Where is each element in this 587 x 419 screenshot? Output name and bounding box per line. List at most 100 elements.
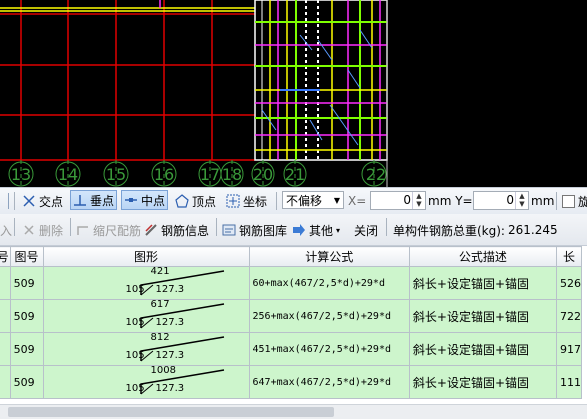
scale-rebar-button[interactable]: 缩尺配筋	[76, 220, 141, 240]
rotate-checkbox[interactable]: 旋	[562, 191, 587, 211]
snap-vertex-label: 顶点	[192, 194, 217, 209]
rebar-shape-diagram: 617 105 127.3	[44, 299, 248, 332]
cell-figure-no[interactable]: 509	[9, 365, 44, 399]
cell-length[interactable]: 722	[555, 299, 583, 333]
cell-formula[interactable]: 451+max(467/2,5*d)+29*d	[248, 332, 410, 366]
close-label: 关闭	[354, 223, 379, 238]
offset-mode-select[interactable]: 不偏移 ▼	[282, 191, 344, 209]
delete-button[interactable]: 删除	[22, 220, 63, 240]
rebar-info-icon	[145, 224, 157, 236]
table-header: 号 图号 图形 计算公式 公式描述 长	[0, 246, 583, 267]
table-row[interactable]: 509 1008 105 127.3 647+max(467/2,5*d)+29*d 斜长…	[0, 365, 583, 399]
rebar-shape-diagram: 812 105 127.3	[44, 332, 248, 365]
cell-shape[interactable]: 812 105 127.3	[42, 332, 250, 366]
snap-midpoint-button[interactable]: 中点	[121, 190, 169, 210]
cell-figure-no[interactable]: 509	[9, 332, 44, 366]
midpoint-icon	[125, 198, 137, 202]
shape-left-dim: 105	[125, 317, 145, 328]
cell-formula[interactable]: 60+max(467/2,5*d)+29*d	[248, 266, 410, 300]
shape-bottom-dim: 127.3	[155, 383, 185, 394]
table-row[interactable]: 509 812 105 127.3 451+max(467/2,5*d)+29*d 斜长+…	[0, 332, 583, 366]
rebar-library-icon	[222, 224, 236, 236]
snap-intersection-button[interactable]: 交点	[22, 191, 63, 211]
cell-shape[interactable]: 1008 105 127.3	[42, 365, 250, 399]
snap-vertex-button[interactable]: 顶点	[175, 191, 216, 211]
col-header-figure-no[interactable]: 图号	[9, 246, 44, 267]
rebar-shape-lines	[139, 336, 224, 362]
toolbar-left-edge	[0, 191, 9, 211]
cell-no[interactable]	[0, 266, 11, 300]
x-coordinate-input[interactable]: 0 ▲ ▼	[370, 191, 426, 210]
cell-shape[interactable]: 617 105 127.3	[42, 299, 250, 333]
cell-description[interactable]: 斜长+设定锚固+锚固	[408, 365, 557, 399]
shape-bottom-dim: 127.3	[155, 317, 185, 328]
horizontal-scrollbar[interactable]	[0, 404, 587, 419]
cell-description[interactable]: 斜长+设定锚固+锚固	[408, 266, 557, 300]
axis-label-13: 13	[11, 165, 31, 184]
insert-button[interactable]: 入	[0, 220, 12, 240]
toolbar-separator	[556, 192, 557, 210]
rebar-info-button[interactable]: 钢筋信息	[144, 220, 209, 240]
cell-no[interactable]	[0, 299, 11, 333]
close-button[interactable]: 关闭	[354, 220, 378, 240]
snap-perpendicular-button[interactable]: 垂点	[70, 190, 118, 210]
intersection-icon	[23, 195, 35, 207]
cell-no[interactable]	[0, 332, 11, 366]
shape-left-dim: 105	[125, 350, 145, 361]
shape-top-dim: 812	[150, 332, 170, 344]
other-menu-button[interactable]: 其他 ▾	[292, 220, 340, 240]
coordinate-icon	[226, 194, 240, 208]
spinner-arrows-icon[interactable]: ▲ ▼	[515, 192, 528, 209]
total-weight-label: 单构件钢筋总重(kg):	[393, 223, 505, 238]
rebar-info-label: 钢筋信息	[161, 223, 210, 238]
table-row[interactable]: 509 617 105 127.3 256+max(467/2,5*d)+29*d 斜长+…	[0, 299, 583, 333]
axis-label-21: 21	[285, 165, 305, 184]
snap-toolbar: 交点 垂点 中点 顶点 坐标 不偏移 ▼ X= 0 ▲ ▼ mm Y= 0 ▲ ▼ …	[0, 187, 587, 215]
toolbar-separator	[70, 218, 71, 236]
axis-label-16: 16	[154, 165, 174, 184]
col-header-length[interactable]: 长	[555, 246, 583, 267]
cad-canvas[interactable]: 13 14 15 16 17 18 20 21 22	[0, 0, 587, 187]
col-header-formula[interactable]: 计算公式	[248, 246, 410, 267]
checkbox-box[interactable]	[562, 194, 575, 208]
cell-length[interactable]: 526	[555, 266, 583, 300]
x-unit-y-label: mm Y=	[428, 194, 473, 208]
delete-label: 删除	[39, 223, 64, 238]
toolbar-separator	[276, 192, 277, 210]
other-label: 其他	[309, 223, 334, 238]
cell-length[interactable]: 111	[555, 365, 583, 399]
cell-no[interactable]	[0, 365, 11, 399]
col-header-description[interactable]: 公式描述	[408, 246, 557, 267]
total-weight-value: 261.245	[507, 223, 558, 237]
chevron-down-icon: ▾	[336, 225, 341, 235]
rebar-library-button[interactable]: 钢筋图库	[222, 220, 287, 240]
total-weight-display: 单构件钢筋总重(kg): 261.245	[393, 220, 558, 240]
cell-figure-no[interactable]: 509	[9, 266, 44, 300]
axis-label-20: 20	[253, 165, 273, 184]
cell-length[interactable]: 917	[555, 332, 583, 366]
cell-shape[interactable]: 421 105 127.3	[42, 266, 250, 300]
rebar-shape-diagram: 1008 105 127.3	[44, 367, 248, 398]
cell-description[interactable]: 斜长+设定锚固+锚固	[408, 332, 557, 366]
cell-figure-no[interactable]: 509	[9, 299, 44, 333]
offset-mode-value: 不偏移	[286, 193, 323, 208]
snap-perpendicular-label: 垂点	[90, 193, 115, 208]
rebar-shape-diagram: 421 105 127.3	[44, 268, 248, 299]
col-header-no[interactable]: 号	[0, 246, 11, 267]
cell-formula[interactable]: 647+max(467/2,5*d)+29*d	[248, 365, 410, 399]
scrollbar-thumb[interactable]	[8, 407, 334, 417]
shape-top-dim: 617	[150, 299, 170, 311]
snap-coordinate-button[interactable]: 坐标	[226, 191, 267, 211]
cell-formula[interactable]: 256+max(467/2,5*d)+29*d	[248, 299, 410, 333]
rebar-shape-lines	[139, 369, 224, 395]
table-row[interactable]: 509 421 105 127.3 60+max(467/2,5*d)+29*d 斜长+设…	[0, 266, 583, 300]
rebar-table: 号 图号 图形 计算公式 公式描述 长 509 421 105 127.3 60+max…	[0, 246, 587, 404]
cell-description[interactable]: 斜长+设定锚固+锚固	[408, 299, 557, 333]
col-header-shape[interactable]: 图形	[42, 246, 250, 267]
scale-rebar-label: 缩尺配筋	[93, 223, 142, 238]
y-coordinate-input[interactable]: 0 ▲ ▼	[473, 191, 529, 210]
snap-coordinate-label: 坐标	[243, 194, 268, 209]
axis-label-17: 17	[200, 165, 220, 184]
shape-left-dim: 105	[125, 383, 145, 394]
spinner-arrows-icon[interactable]: ▲ ▼	[412, 192, 425, 209]
